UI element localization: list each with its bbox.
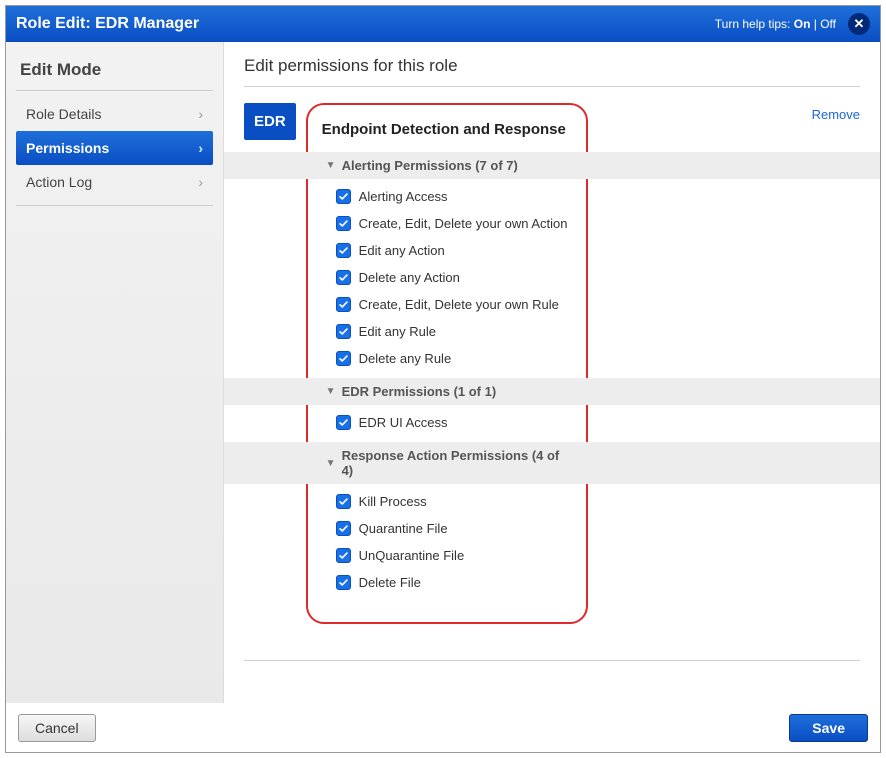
checkbox[interactable] xyxy=(336,415,351,430)
permission-label: Kill Process xyxy=(359,494,427,509)
permission-row: Quarantine File xyxy=(336,515,572,542)
section-title: Endpoint Detection and Response xyxy=(322,121,572,138)
sidebar-item-role-details[interactable]: Role Details › xyxy=(16,97,213,131)
permission-label: Delete any Rule xyxy=(359,351,452,366)
chevron-down-icon: ▼ xyxy=(326,160,336,171)
checkbox[interactable] xyxy=(336,324,351,339)
sidebar: Edit Mode Role Details › Permissions › A… xyxy=(6,42,224,703)
permission-row: Alerting Access xyxy=(336,183,572,210)
help-on[interactable]: On xyxy=(794,17,811,31)
permission-label: Create, Edit, Delete your own Action xyxy=(359,216,568,231)
title-bar: Role Edit: EDR Manager Turn help tips: O… xyxy=(6,6,880,42)
chevron-right-icon: › xyxy=(198,140,203,156)
sidebar-heading: Edit Mode xyxy=(20,60,209,80)
group-header[interactable]: ▼ EDR Permissions (1 of 1) xyxy=(322,378,572,405)
permission-list: Kill Process Quarantine File UnQuarantine … xyxy=(322,484,572,602)
permission-group: ▼ Alerting Permissions (7 of 7) Alerting A… xyxy=(322,152,572,378)
permission-row: Edit any Rule xyxy=(336,318,572,345)
permission-label: UnQuarantine File xyxy=(359,548,465,563)
dialog-title: Role Edit: EDR Manager xyxy=(16,15,199,33)
page-title: Edit permissions for this role xyxy=(244,56,860,76)
group-header-label: EDR Permissions (1 of 1) xyxy=(342,384,497,399)
modal-dialog: Role Edit: EDR Manager Turn help tips: O… xyxy=(5,5,881,753)
permission-row: EDR UI Access xyxy=(336,409,572,436)
cancel-button[interactable]: Cancel xyxy=(18,714,96,742)
permission-label: EDR UI Access xyxy=(359,415,448,430)
help-tips: Turn help tips: On | Off xyxy=(715,17,836,31)
chevron-right-icon: › xyxy=(198,174,203,190)
checkbox[interactable] xyxy=(336,297,351,312)
checkbox[interactable] xyxy=(336,216,351,231)
checkbox[interactable] xyxy=(336,548,351,563)
main-panel: Edit permissions for this role Remove ED… xyxy=(224,42,880,703)
permission-list: Alerting Access Create, Edit, Delete your… xyxy=(322,179,572,378)
permission-group: ▼ EDR Permissions (1 of 1) EDR UI Access xyxy=(322,378,572,442)
sidebar-item-action-log[interactable]: Action Log › xyxy=(16,165,213,199)
permission-row: Delete any Action xyxy=(336,264,572,291)
sidebar-item-label: Role Details xyxy=(26,106,101,122)
permission-label: Create, Edit, Delete your own Rule xyxy=(359,297,559,312)
permission-list: EDR UI Access xyxy=(322,405,572,442)
checkbox[interactable] xyxy=(336,521,351,536)
save-button[interactable]: Save xyxy=(789,714,868,742)
checkbox[interactable] xyxy=(336,575,351,590)
checkbox[interactable] xyxy=(336,189,351,204)
group-header-label: Alerting Permissions (7 of 7) xyxy=(342,158,518,173)
checkbox[interactable] xyxy=(336,494,351,509)
permission-label: Delete File xyxy=(359,575,421,590)
sidebar-item-permissions[interactable]: Permissions › xyxy=(16,131,213,165)
chevron-down-icon: ▼ xyxy=(326,386,336,397)
permission-row: Create, Edit, Delete your own Action xyxy=(336,210,572,237)
help-off[interactable]: Off xyxy=(820,17,836,31)
permission-group: ▼ Response Action Permissions (4 of 4) Kil… xyxy=(322,442,572,602)
checkbox[interactable] xyxy=(336,270,351,285)
permission-row: Edit any Action xyxy=(336,237,572,264)
highlight-annotation: Endpoint Detection and Response ▼ Alertin… xyxy=(306,103,588,624)
permission-label: Delete any Action xyxy=(359,270,460,285)
sidebar-item-label: Permissions xyxy=(26,140,109,156)
footer: Cancel Save xyxy=(6,703,880,752)
permission-row: Delete File xyxy=(336,569,572,596)
permission-label: Alerting Access xyxy=(359,189,448,204)
permission-row: Delete any Rule xyxy=(336,345,572,372)
checkbox[interactable] xyxy=(336,243,351,258)
sidebar-item-label: Action Log xyxy=(26,174,92,190)
permission-label: Edit any Rule xyxy=(359,324,436,339)
group-header-label: Response Action Permissions (4 of 4) xyxy=(342,448,568,478)
group-header[interactable]: ▼ Alerting Permissions (7 of 7) xyxy=(322,152,572,179)
permission-row: UnQuarantine File xyxy=(336,542,572,569)
group-header[interactable]: ▼ Response Action Permissions (4 of 4) xyxy=(322,442,572,484)
checkbox[interactable] xyxy=(336,351,351,366)
permission-label: Edit any Action xyxy=(359,243,445,258)
permission-row: Kill Process xyxy=(336,488,572,515)
edr-badge: EDR xyxy=(244,103,296,140)
close-icon[interactable]: ✕ xyxy=(848,13,870,35)
chevron-down-icon: ▼ xyxy=(326,458,336,469)
permission-row: Create, Edit, Delete your own Rule xyxy=(336,291,572,318)
chevron-right-icon: › xyxy=(198,106,203,122)
permission-label: Quarantine File xyxy=(359,521,448,536)
